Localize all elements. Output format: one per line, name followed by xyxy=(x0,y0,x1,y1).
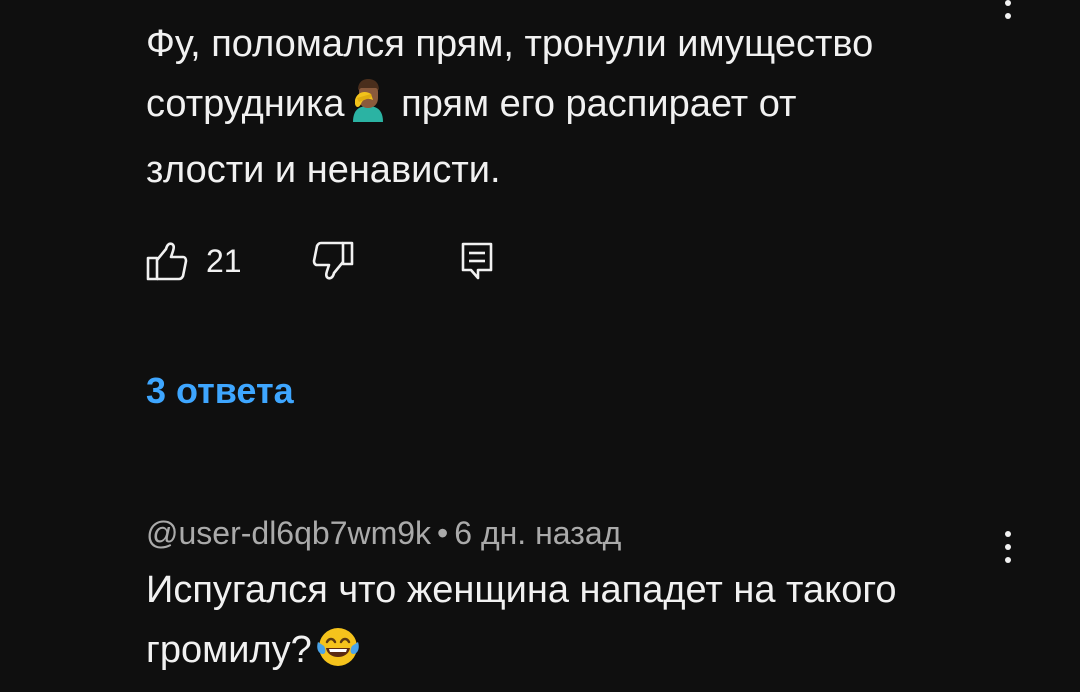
comment-text-fragment: громилу? xyxy=(146,629,312,671)
like-count: 21 xyxy=(206,242,242,279)
comment-text-fragment: сотрудника xyxy=(146,83,345,125)
meta-separator: • xyxy=(437,515,449,551)
man-facepalming-emoji xyxy=(347,78,389,140)
more-vertical-icon-dot xyxy=(1005,0,1011,6)
like-button[interactable]: 21 xyxy=(146,241,242,281)
comment: Фу, поломался прям, тронули имущество со… xyxy=(146,0,1000,200)
comment-text: Фу, поломался прям, тронули имущество со… xyxy=(146,14,1000,200)
comments-screen: Фу, поломался прям, тронули имущество со… xyxy=(0,0,1080,692)
more-vertical-icon-dot xyxy=(1005,557,1011,563)
comment-author[interactable]: @user-dl6qb7wm9k xyxy=(146,515,431,551)
face-with-tears-of-joy-emoji xyxy=(314,624,362,686)
comment-action-bar: 21 xyxy=(146,238,494,284)
comment-text-line: сотрудника прям его распирает от xyxy=(146,74,1000,140)
comment-reply-icon xyxy=(461,242,492,280)
comment-text-fragment: прям его распирает от xyxy=(390,83,797,125)
comment-text-line: громилу? xyxy=(146,620,1000,686)
comment-text-line: Испугался что женщина нападет на такого xyxy=(146,569,897,611)
more-options-button[interactable] xyxy=(996,524,1020,570)
comment-timestamp: 6 дн. назад xyxy=(454,515,622,551)
comment-text: Испугался что женщина нападет на такого … xyxy=(146,560,1000,686)
thumb-down-icon xyxy=(312,241,353,280)
dislike-button[interactable] xyxy=(312,241,354,281)
comment-meta: @user-dl6qb7wm9k • 6 дн. назад xyxy=(146,510,1000,556)
comment-text-line: Фу, поломался прям, тронули имущество xyxy=(146,23,874,65)
more-vertical-icon-dot xyxy=(1005,13,1011,19)
comment-meta xyxy=(146,0,1000,6)
reply-button[interactable] xyxy=(460,241,494,281)
thumb-up-icon xyxy=(146,242,188,281)
comment: @user-dl6qb7wm9k • 6 дн. назад Испугался ч… xyxy=(146,510,1000,686)
comment-text-line: злости и ненависти. xyxy=(146,149,501,191)
view-replies-link[interactable]: 3 ответа xyxy=(146,368,294,414)
more-vertical-icon-dot xyxy=(1005,544,1011,550)
more-options-button[interactable] xyxy=(996,0,1020,26)
more-vertical-icon xyxy=(1005,531,1011,537)
